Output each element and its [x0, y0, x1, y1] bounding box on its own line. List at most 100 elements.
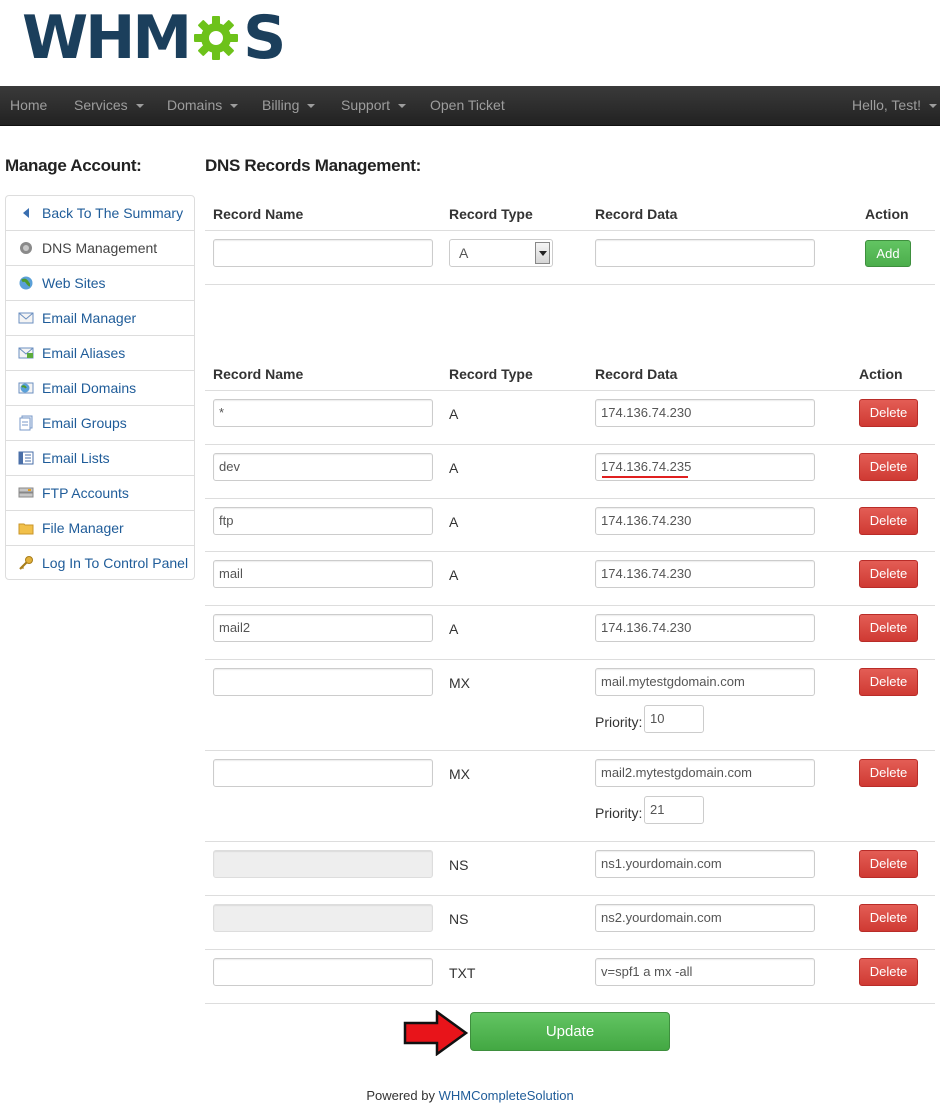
footer-link[interactable]: WHMCompleteSolution: [439, 1088, 574, 1103]
record-data-input[interactable]: mail.mytestgdomain.com: [595, 668, 815, 696]
header-record-data: Record Data: [595, 366, 678, 382]
new-record-data-input[interactable]: [595, 239, 815, 267]
sidebar-item-dns-management[interactable]: DNS Management: [6, 231, 194, 266]
header-record-name: Record Name: [213, 366, 304, 382]
delete-button[interactable]: Delete: [859, 453, 918, 481]
record-data-input[interactable]: 174.136.74.230: [595, 399, 815, 427]
sidebar-menu: Back To The Summary DNS Management Web S…: [5, 195, 195, 580]
sidebar-item-email-aliases[interactable]: Email Aliases: [6, 336, 194, 371]
divider: [205, 1003, 935, 1004]
record-name-input[interactable]: *: [213, 399, 433, 427]
divider: [205, 284, 935, 285]
record-type: MX: [449, 675, 470, 691]
whmcs-logo[interactable]: WHM S: [22, 6, 286, 70]
divider: [205, 230, 935, 231]
record-data-input[interactable]: ns2.yourdomain.com: [595, 904, 815, 932]
logo-text-right: S: [243, 3, 287, 73]
nav-services[interactable]: Services: [74, 86, 144, 126]
key-icon: [18, 555, 34, 571]
sidebar-item-log-in-control-panel[interactable]: Log In To Control Panel: [6, 546, 194, 579]
record-type: A: [449, 514, 459, 530]
record-data-input[interactable]: ns1.yourdomain.com: [595, 850, 815, 878]
divider: [205, 551, 935, 552]
add-record-button[interactable]: Add: [865, 240, 911, 267]
arrow-right-icon: [403, 1010, 469, 1056]
delete-button[interactable]: Delete: [859, 904, 918, 932]
caret-down-icon: [929, 104, 937, 109]
divider: [205, 390, 935, 391]
delete-button[interactable]: Delete: [859, 560, 918, 588]
record-name-input[interactable]: [213, 759, 433, 787]
delete-button[interactable]: Delete: [859, 668, 918, 696]
header-record-type: Record Type: [449, 206, 533, 222]
header-action: Action: [859, 366, 903, 382]
logo-text-left: WHM: [22, 3, 192, 73]
new-record-name-input[interactable]: [213, 239, 433, 267]
record-name-input[interactable]: dev: [213, 453, 433, 481]
delete-button[interactable]: Delete: [859, 507, 918, 535]
record-name-input[interactable]: mail2: [213, 614, 433, 642]
priority-input[interactable]: 10: [644, 705, 704, 733]
priority-input[interactable]: 21: [644, 796, 704, 824]
divider: [205, 841, 935, 842]
envelope-image-icon: [18, 345, 34, 361]
record-data-input[interactable]: v=spf1 a mx -all: [595, 958, 815, 986]
sidebar-item-email-lists[interactable]: Email Lists: [6, 441, 194, 476]
sidebar-item-email-groups[interactable]: Email Groups: [6, 406, 194, 441]
envelope-icon: [18, 310, 34, 326]
delete-button[interactable]: Delete: [859, 614, 918, 642]
record-data-input[interactable]: 174.136.74.230: [595, 560, 815, 588]
sidebar-item-email-manager[interactable]: Email Manager: [6, 301, 194, 336]
footer-text: Powered by: [366, 1088, 439, 1103]
delete-button[interactable]: Delete: [859, 399, 918, 427]
priority-label: Priority:: [595, 714, 643, 730]
record-name-input[interactable]: [213, 668, 433, 696]
site-header: WHM S: [0, 0, 940, 86]
update-button[interactable]: Update: [470, 1012, 670, 1051]
record-name-input[interactable]: mail: [213, 560, 433, 588]
record-type: A: [449, 621, 459, 637]
document-stack-icon: [18, 415, 34, 431]
sidebar-item-ftp-accounts[interactable]: FTP Accounts: [6, 476, 194, 511]
sidebar-item-file-manager[interactable]: File Manager: [6, 511, 194, 546]
header-record-data: Record Data: [595, 206, 678, 222]
divider: [205, 750, 935, 751]
nav-home[interactable]: Home: [10, 86, 47, 126]
sidebar-item-back-to-summary[interactable]: Back To The Summary: [6, 196, 194, 231]
record-data-input[interactable]: 174.136.74.230: [595, 614, 815, 642]
record-name-input: [213, 850, 433, 878]
divider: [205, 605, 935, 606]
nav-billing[interactable]: Billing: [262, 86, 316, 126]
select-value: A: [459, 245, 469, 261]
main-navbar: Home Services Domains Billing Support Op…: [0, 86, 940, 126]
new-record-type-select[interactable]: A: [449, 239, 553, 267]
delete-button[interactable]: Delete: [859, 850, 918, 878]
record-data-input[interactable]: mail2.mytestgdomain.com: [595, 759, 815, 787]
sidebar-title: Manage Account:: [5, 156, 142, 175]
priority-label: Priority:: [595, 805, 643, 821]
gear-icon: [194, 16, 239, 60]
header-action: Action: [865, 206, 909, 222]
envelope-globe-icon: [18, 380, 34, 396]
divider: [205, 444, 935, 445]
divider: [205, 659, 935, 660]
record-name-input[interactable]: ftp: [213, 507, 433, 535]
caret-down-icon: [230, 104, 239, 109]
record-type: A: [449, 567, 459, 583]
record-data-input[interactable]: 174.136.74.230: [595, 507, 815, 535]
nav-user-menu[interactable]: Hello, Test!: [852, 86, 937, 126]
sidebar-item-web-sites[interactable]: Web Sites: [6, 266, 194, 301]
delete-button[interactable]: Delete: [859, 958, 918, 986]
record-name-input: [213, 904, 433, 932]
nav-domains[interactable]: Domains: [167, 86, 239, 126]
chevron-down-icon[interactable]: [535, 242, 550, 264]
sidebar-item-email-domains[interactable]: Email Domains: [6, 371, 194, 406]
divider: [205, 949, 935, 950]
nav-open-ticket[interactable]: Open Ticket: [430, 86, 505, 126]
record-type: A: [449, 460, 459, 476]
list-icon: [18, 450, 34, 466]
delete-button[interactable]: Delete: [859, 759, 918, 787]
annotation-underline: [602, 476, 688, 478]
record-name-input[interactable]: [213, 958, 433, 986]
nav-support[interactable]: Support: [341, 86, 407, 126]
